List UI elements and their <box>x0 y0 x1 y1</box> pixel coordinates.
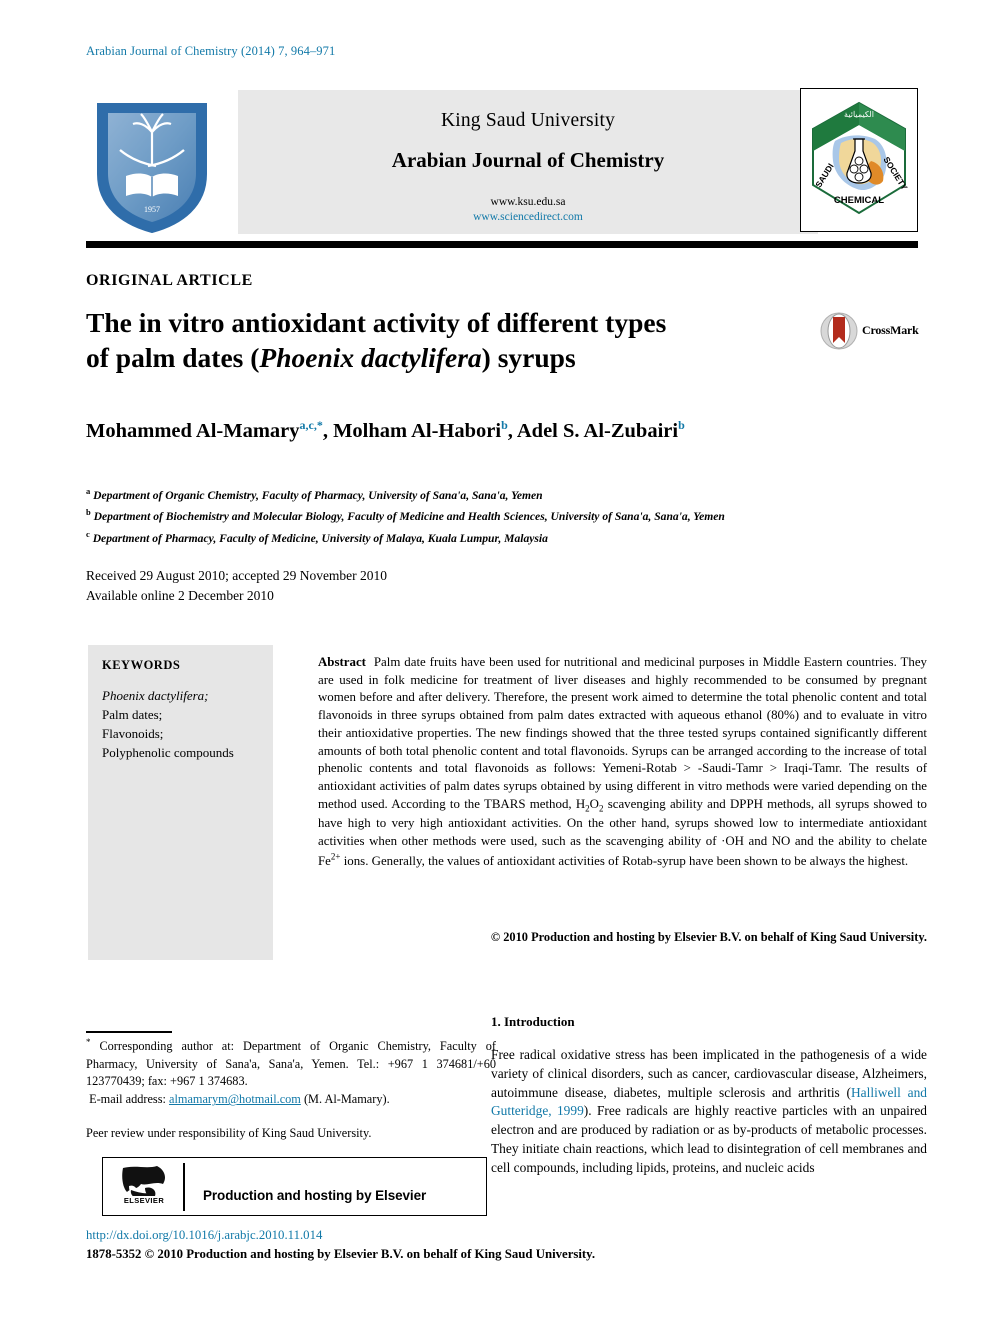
title-line-2-prefix: of palm dates ( <box>86 341 260 373</box>
received-accepted-line: Received 29 August 2010; accepted 29 Nov… <box>86 568 388 583</box>
keyword-item: Phoenix dactylifera; <box>102 688 209 703</box>
introduction-paragraph: Free radical oxidative stress has been i… <box>491 1046 927 1177</box>
affiliation-marker: c <box>86 528 90 539</box>
crossmark-icon <box>820 312 858 350</box>
peer-review-note: Peer review under responsibility of King… <box>86 1126 372 1140</box>
author-name: Mohammed Al-Mamary <box>86 419 300 442</box>
title-line-1: The in vitro antioxidant activity of dif… <box>86 307 667 338</box>
article-type-label: ORIGINAL ARTICLE <box>86 272 253 289</box>
author-name: Molham Al-Habori <box>333 419 502 442</box>
section-heading-introduction: 1. Introduction <box>491 1014 575 1029</box>
university-name: King Saud University <box>440 110 616 131</box>
affiliation-item: c Department of Pharmacy, Faculty of Med… <box>86 527 926 548</box>
affiliation-marker: b <box>86 507 91 518</box>
elsevier-wordmark: ELSEVIER <box>115 1196 173 1205</box>
keywords-list: Phoenix dactylifera; Palm dates; Flavono… <box>102 687 234 763</box>
keywords-heading: KEYWORDS <box>102 658 181 672</box>
author-affil-marker: a,c,* <box>299 418 323 432</box>
keyword-item: Flavonoids; <box>102 725 164 741</box>
king-saud-university-logo-icon: 1957 <box>86 88 218 236</box>
svg-text:1957: 1957 <box>144 205 160 214</box>
abstract-label: Abstract <box>318 655 366 669</box>
keyword-item: Palm dates; <box>102 706 163 722</box>
sciencedirect-url[interactable]: www.sciencedirect.com <box>473 211 583 223</box>
journal-masthead: 1957 King Saud University Arabian Journa… <box>86 88 918 236</box>
abstract-block: Abstract Palm date fruits have been used… <box>318 654 927 870</box>
issn-copyright-line: 1878-5352 © 2010 Production and hosting … <box>86 1247 596 1261</box>
email-link[interactable]: almamarym@hotmail.com <box>169 1092 301 1106</box>
crossmark-badge[interactable]: CrossMark <box>820 312 924 352</box>
author-affil-marker: b <box>501 418 508 432</box>
journal-title-band: King Saud University Arabian Journal of … <box>238 90 818 234</box>
saudi-chemical-society-logo-icon: الكيميائية CHEMICAL SAUDI SOCIETY <box>800 88 918 232</box>
abstract-copyright: © 2010 Production and hosting by Elsevie… <box>490 930 927 944</box>
ksu-url: www.ksu.edu.sa <box>490 196 566 208</box>
email-label: E-mail address: <box>89 1092 166 1107</box>
author-affil-marker: b <box>678 418 685 432</box>
doi-link[interactable]: http://dx.doi.org/10.1016/j.arabjc.2010.… <box>86 1228 322 1243</box>
affiliation-item: a Department of Organic Chemistry, Facul… <box>86 484 926 505</box>
journal-name: Arabian Journal of Chemistry <box>391 148 665 172</box>
footnote-asterisk: * <box>86 1037 91 1047</box>
footnote-divider <box>86 1031 172 1033</box>
affiliation-text: Department of Biochemistry and Molecular… <box>93 510 725 524</box>
author-name: Adel S. Al-Zubairi <box>516 419 679 442</box>
journal-urls: www.ksu.edu.sa www.sciencedirect.com <box>238 195 818 224</box>
article-history: Received 29 August 2010; accepted 29 Nov… <box>86 566 387 605</box>
email-line: E-mail address: almamarym@hotmail.com (M… <box>86 1091 496 1108</box>
affiliation-text: Department of Organic Chemistry, Faculty… <box>93 488 543 502</box>
header-divider <box>86 241 918 248</box>
affiliation-marker: a <box>86 486 91 496</box>
abstract-text: Palm date fruits have been used for nutr… <box>318 655 927 868</box>
crossmark-label: CrossMark <box>862 323 919 337</box>
keyword-item: Polyphenolic compounds <box>102 744 234 760</box>
running-head: Arabian Journal of Chemistry (2014) 7, 9… <box>86 44 336 58</box>
author-list: Mohammed Al-Mamarya,c,*, Molham Al-Habor… <box>86 418 685 442</box>
elsevier-hosting-banner: ELSEVIER Production and hosting by Elsev… <box>102 1157 487 1216</box>
svg-text:CHEMICAL: CHEMICAL <box>834 195 884 206</box>
elsevier-banner-text: Production and hosting by Elsevier <box>203 1188 427 1203</box>
corresponding-author-note: * Corresponding author at: Department of… <box>86 1036 496 1109</box>
paper-page: Arabian Journal of Chemistry (2014) 7, 9… <box>0 0 992 1323</box>
title-species-name: Phoenix dactylifera <box>259 341 482 373</box>
available-online-line: Available online 2 December 2010 <box>86 587 274 603</box>
email-owner: (M. Al-Mamary). <box>303 1092 390 1107</box>
elsevier-divider <box>183 1163 185 1211</box>
affiliation-text: Department of Pharmacy, Faculty of Medic… <box>92 531 548 545</box>
page-title: The in vitro antioxidant activity of dif… <box>86 306 806 375</box>
affiliation-list: a Department of Organic Chemistry, Facul… <box>86 484 926 548</box>
affiliation-item: b Department of Biochemistry and Molecul… <box>86 505 926 526</box>
corresponding-author-text: Corresponding author at: Department of O… <box>86 1039 496 1088</box>
svg-text:الكيميائية: الكيميائية <box>844 110 874 119</box>
keywords-box: KEYWORDS Phoenix dactylifera; Palm dates… <box>88 645 273 960</box>
title-line-2-suffix: ) syrups <box>481 341 576 373</box>
